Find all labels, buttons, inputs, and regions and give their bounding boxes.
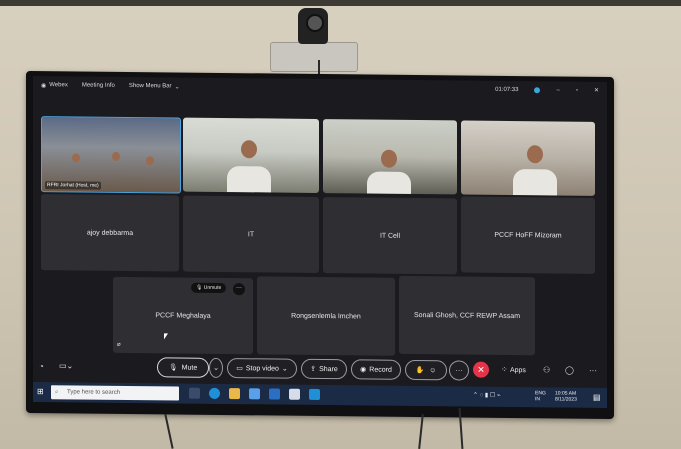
app-icon[interactable] — [289, 388, 300, 400]
video-tile-label: RFRI Jorhat (Host, me) — [45, 181, 101, 190]
camera-icon: ▭ — [236, 365, 243, 373]
participant-figure — [72, 153, 80, 163]
video-tile-2[interactable] — [183, 117, 319, 193]
chevron-down-icon: ⌄ — [213, 364, 219, 372]
video-tile-4[interactable] — [461, 120, 595, 196]
participant-name: PCCF Meghalaya — [155, 311, 211, 320]
webex-logo-icon: ◉ — [41, 82, 47, 89]
participant-name: Sonali Ghosh, CCF REWP Assam — [413, 311, 521, 320]
edge-browser-icon[interactable] — [209, 387, 220, 399]
participant-tile[interactable]: PCCF Meghalaya 🎙 Unmute ··· ⌀ — [113, 276, 253, 355]
taskbar-clock[interactable]: 10:05 AM 8/11/2023 — [555, 390, 577, 402]
participant-tile[interactable]: ajoy debbarma — [41, 194, 179, 272]
chat-icon[interactable]: ◯ — [565, 366, 574, 375]
microphone-icon: 🎙 — [168, 364, 178, 372]
language-indicator[interactable]: ENG IN — [535, 390, 546, 402]
captions-icon[interactable]: ▭⌄ — [59, 361, 73, 370]
meeting-info-link[interactable]: Meeting Info — [82, 83, 115, 89]
emoji-icon: ☺ — [429, 366, 437, 374]
app-name: Webex — [49, 82, 68, 89]
record-icon: ◉ — [360, 366, 367, 374]
participant-tile[interactable]: Sonali Ghosh, CCF REWP Assam — [399, 275, 535, 356]
close-icon[interactable]: ✕ — [594, 87, 599, 94]
show-menu-bar-button[interactable]: Show Menu Bar — [129, 83, 172, 89]
meeting-top-bar: ◉ Webex Meeting Info Show Menu Bar ⌄ 01:… — [33, 76, 607, 100]
webex-meeting-window: ◉ Webex Meeting Info Show Menu Bar ⌄ 01:… — [33, 75, 607, 409]
participant-name: Rongsenlemla Imchen — [291, 312, 361, 320]
participants-icon[interactable]: ⚇ — [543, 365, 550, 374]
participant-figure — [367, 171, 411, 195]
meeting-timer: 01:07:33 — [495, 86, 519, 93]
stop-video-button[interactable]: ▭ Stop video ⌄ — [227, 358, 297, 379]
participant-figure — [227, 166, 271, 193]
participant-figure — [112, 151, 120, 161]
participant-figure — [381, 149, 397, 168]
reactions-button[interactable]: ✋ ☺ — [405, 359, 447, 381]
webex-taskbar-icon[interactable] — [309, 388, 320, 400]
mute-button[interactable]: 🎙 Mute — [157, 357, 209, 378]
windows-taskbar: ⊞ ⌕ Type here to search ⌃ ◌ ▮ ☐ ⌁ ENG IN… — [33, 381, 607, 409]
participant-tile[interactable]: Rongsenlemla Imchen — [257, 276, 395, 356]
participant-name: IT — [247, 230, 255, 238]
close-icon: ✕ — [477, 364, 485, 375]
apps-button[interactable]: ⁘ Apps — [501, 365, 526, 374]
more-options-button[interactable]: ··· — [449, 360, 469, 381]
windows-start-icon[interactable]: ⊞ — [37, 387, 44, 396]
tv-monitor: ◉ Webex Meeting Info Show Menu Bar ⌄ 01:… — [26, 70, 614, 420]
participant-name: PCCF HoFF Mizoram — [494, 231, 562, 240]
system-tray-icons[interactable]: ⌃ ◌ ▮ ☐ ⌁ — [473, 393, 501, 399]
notifications-icon[interactable]: ▤ — [593, 393, 601, 402]
muted-mic-icon: ⌀ — [117, 341, 121, 348]
audio-options-dropdown[interactable]: ⌄ — [209, 357, 223, 378]
participant-name: ajoy debbarma — [86, 229, 134, 237]
webcam-lens — [306, 14, 324, 32]
mouse-cursor-icon — [164, 333, 168, 340]
taskbar-search-input[interactable]: ⌕ Type here to search — [51, 385, 179, 401]
restore-icon[interactable]: ▫ — [576, 87, 578, 93]
share-icon: ⇪ — [310, 365, 317, 373]
raise-hand-icon: ✋ — [415, 367, 425, 375]
share-button[interactable]: ⇪ Share — [301, 358, 347, 380]
participant-figure — [241, 140, 257, 159]
layout-icon[interactable]: ◔ — [39, 362, 44, 371]
apps-icon: ⁘ — [501, 364, 508, 374]
meeting-controls-bar: ◔ ▭⌄ 🎙 Mute ⌄ ▭ Stop video ⌄ ⇪ Share ◉ R… — [33, 356, 607, 384]
video-tile-3[interactable] — [323, 119, 457, 195]
search-icon: ⌕ — [55, 388, 59, 395]
file-explorer-icon[interactable] — [229, 388, 240, 400]
participant-tile[interactable]: PCCF HoFF Mizoram — [461, 196, 595, 274]
more-icon[interactable]: ··· — [589, 366, 597, 375]
microphone-icon: 🎙 — [196, 284, 203, 291]
leave-meeting-button[interactable]: ✕ — [473, 361, 489, 378]
participant-name: IT Cell — [379, 232, 401, 240]
more-icon: ··· — [455, 366, 463, 374]
minimize-icon[interactable]: – — [556, 87, 559, 93]
chevron-down-icon: ⌄ — [281, 365, 288, 373]
unmute-button[interactable]: 🎙 Unmute — [191, 282, 227, 294]
more-options-icon[interactable]: ··· — [233, 283, 245, 296]
task-view-icon[interactable] — [189, 387, 200, 399]
participant-figure — [513, 169, 557, 196]
participant-tile[interactable]: IT Cell — [323, 197, 457, 275]
record-button[interactable]: ◉ Record — [351, 359, 401, 380]
mail-icon[interactable] — [269, 388, 280, 400]
video-tile-host[interactable]: RFRI Jorhat (Host, me) — [41, 116, 181, 194]
participant-tile[interactable]: IT — [183, 195, 319, 273]
participant-figure — [527, 145, 543, 164]
camera-mount — [270, 42, 358, 72]
connection-status-icon — [534, 86, 541, 93]
participant-figure — [146, 156, 154, 166]
store-icon[interactable] — [249, 388, 260, 400]
chevron-down-icon[interactable]: ⌄ — [175, 83, 180, 90]
